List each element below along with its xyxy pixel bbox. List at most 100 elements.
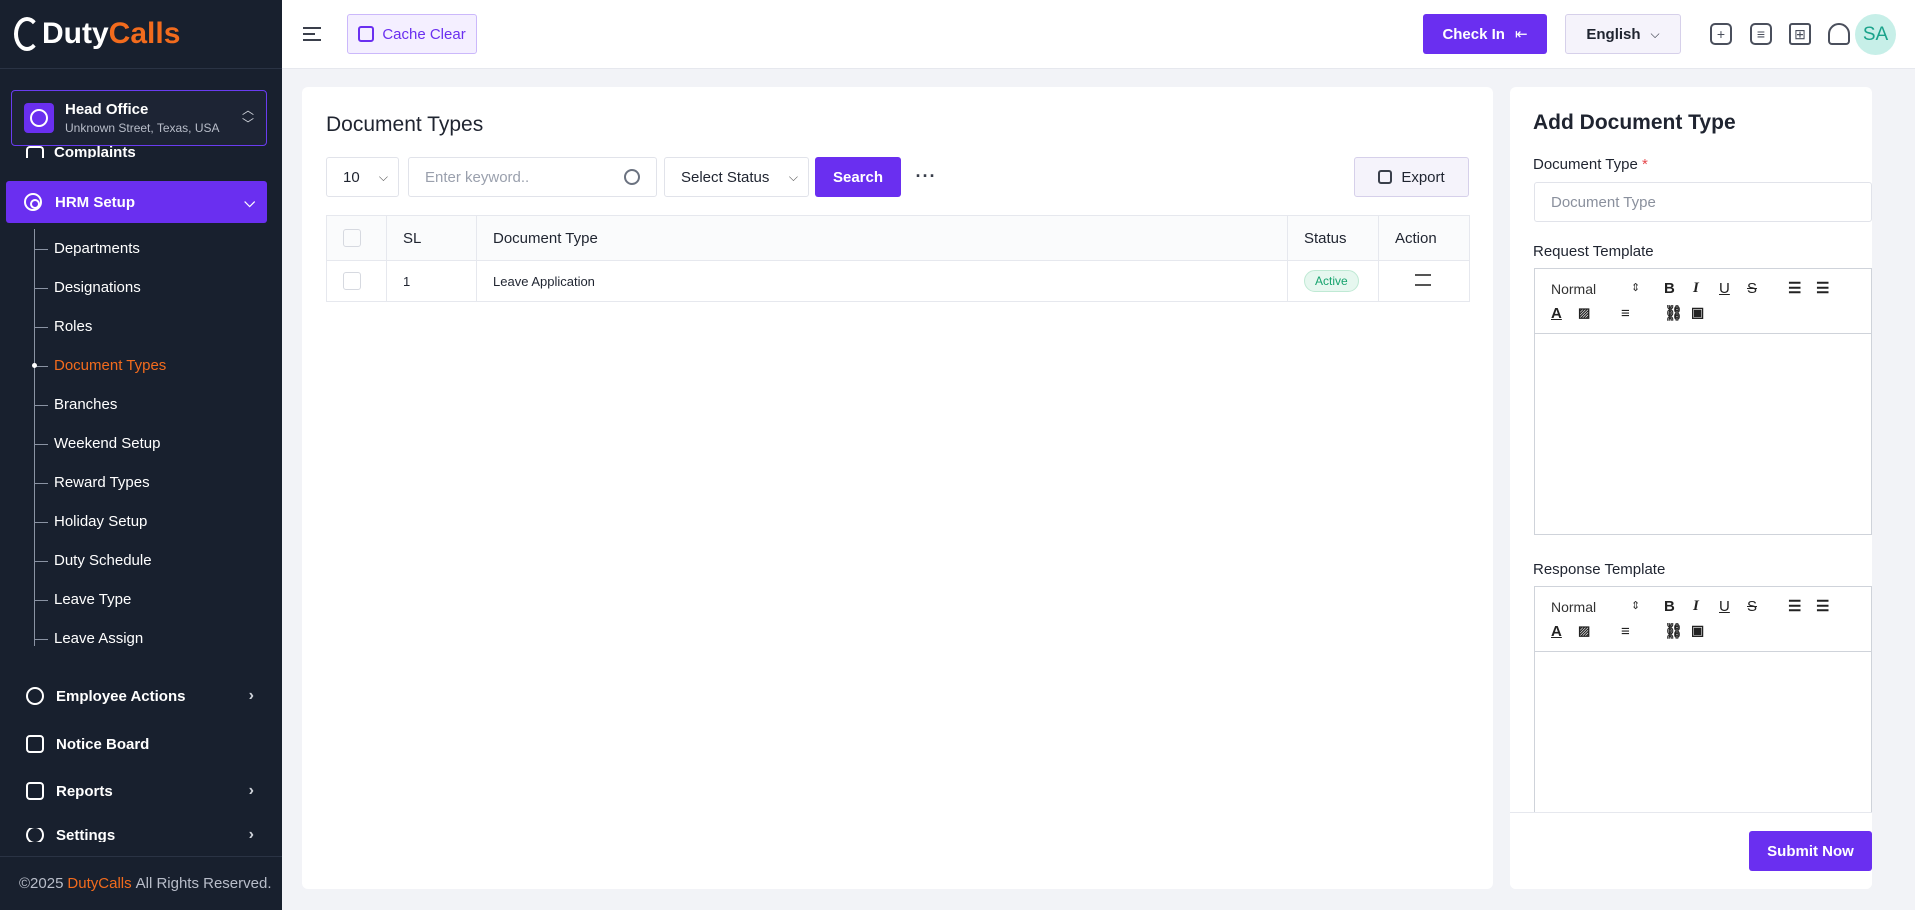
sidebar-footer: ©2025 DutyCalls All Rights Reserved. xyxy=(0,856,282,910)
sidebar-item-employee-actions[interactable]: Employee Actions › xyxy=(26,687,266,705)
request-template-label: Request Template xyxy=(1533,243,1654,260)
format-select[interactable]: Normal ⇕ xyxy=(1551,281,1640,297)
cell-document-type: Leave Application xyxy=(476,260,1288,302)
logo-text-duty: Duty xyxy=(42,17,109,50)
cache-clear-button[interactable]: Cache Clear xyxy=(347,14,477,54)
cache-icon xyxy=(358,26,375,42)
sidebar-item-leave-type[interactable]: Leave Type xyxy=(34,580,264,619)
keyword-search-input[interactable] xyxy=(408,157,657,197)
row-checkbox[interactable] xyxy=(343,272,361,290)
language-select[interactable]: English ⌵ xyxy=(1565,14,1681,54)
menu-toggle-icon[interactable] xyxy=(303,27,321,41)
strikethrough-icon[interactable]: S xyxy=(1747,598,1757,615)
copyright-text: All Rights Reserved. xyxy=(135,875,272,892)
chevron-right-icon: › xyxy=(248,782,254,799)
check-in-label: Check In xyxy=(1442,25,1505,43)
footer-brand-link[interactable]: DutyCalls xyxy=(67,875,131,892)
calendar-icon xyxy=(26,735,44,753)
add-document-type-form: Add Document Type Document Type * Reques… xyxy=(1510,87,1872,889)
sidebar-item-roles[interactable]: Roles xyxy=(34,307,264,346)
align-icon[interactable]: ≡ xyxy=(1621,623,1630,640)
cell-status: Active xyxy=(1287,260,1379,302)
italic-icon[interactable]: I xyxy=(1693,598,1699,615)
chat-icon[interactable]: ≡ xyxy=(1750,23,1772,45)
sidebar-item-label: Employee Actions xyxy=(56,687,186,705)
document-type-input[interactable] xyxy=(1534,182,1872,222)
italic-icon[interactable]: I xyxy=(1693,280,1699,297)
sidebar-item-reports[interactable]: Reports › xyxy=(26,782,266,800)
sidebar-item-holiday-setup[interactable]: Holiday Setup xyxy=(34,502,264,541)
sidebar-item-notice-board[interactable]: Notice Board xyxy=(26,735,266,753)
complaints-icon xyxy=(26,146,44,158)
search-icon xyxy=(624,169,640,185)
sidebar-item-document-types[interactable]: Document Types xyxy=(32,346,264,385)
search-button[interactable]: Search xyxy=(815,157,901,197)
sidebar-item-settings[interactable]: Settings › xyxy=(26,828,266,842)
ordered-list-icon[interactable]: ☰ xyxy=(1788,597,1801,615)
sidebar-item-reward-types[interactable]: Reward Types xyxy=(34,463,264,502)
bullet-list-icon[interactable]: ☰ xyxy=(1816,279,1829,297)
status-select[interactable]: Select Status ⌵ xyxy=(664,157,809,197)
bold-icon[interactable]: B xyxy=(1664,598,1675,615)
sidebar-item-branches[interactable]: Branches xyxy=(34,385,264,424)
language-label: English xyxy=(1586,25,1641,43)
column-header-status[interactable]: Status xyxy=(1287,215,1379,261)
sidebar-item-leave-assign[interactable]: Leave Assign xyxy=(34,619,264,658)
branch-icon xyxy=(24,103,54,133)
settings-sliders-icon[interactable] xyxy=(1415,273,1431,286)
user-icon xyxy=(26,687,44,705)
bullet-list-icon[interactable]: ☰ xyxy=(1816,597,1829,615)
status-select-label: Select Status xyxy=(681,168,770,186)
export-button[interactable]: Export xyxy=(1354,157,1469,197)
submit-button[interactable]: Submit Now xyxy=(1749,831,1872,871)
sort-arrows-icon: ⇕ xyxy=(1631,282,1641,294)
plus-square-icon[interactable]: + xyxy=(1710,23,1732,45)
cell-action xyxy=(1378,260,1470,302)
sidebar-item-duty-schedule[interactable]: Duty Schedule xyxy=(34,541,264,580)
cache-clear-label: Cache Clear xyxy=(382,25,466,43)
link-icon[interactable]: ⛓ xyxy=(1664,304,1683,322)
sidebar-item-departments[interactable]: Departments xyxy=(34,229,264,268)
text-color-icon[interactable]: A xyxy=(1551,623,1562,640)
form-title: Add Document Type xyxy=(1533,111,1736,134)
text-color-icon[interactable]: A xyxy=(1551,305,1562,322)
sidebar-item-weekend-setup[interactable]: Weekend Setup xyxy=(34,424,264,463)
sidebar: Duty Calls Head Office Unknown Street, Te… xyxy=(0,0,282,910)
topbar: Cache Clear Check In ⇤ English ⌵ + ≡ ⊞ S… xyxy=(282,0,1915,69)
branch-switcher[interactable]: Head Office Unknown Street, Texas, USA ︿… xyxy=(11,90,267,146)
select-all-checkbox[interactable] xyxy=(343,229,361,247)
underline-icon[interactable]: U xyxy=(1719,598,1730,615)
cell-sl: 1 xyxy=(386,260,477,302)
apps-grid-icon[interactable]: ⊞ xyxy=(1789,23,1811,45)
sidebar-item-designations[interactable]: Designations xyxy=(34,268,264,307)
background-color-icon[interactable]: ▨ xyxy=(1578,623,1590,639)
sidebar-item-label: Settings xyxy=(56,828,116,842)
check-in-button[interactable]: Check In ⇤ xyxy=(1423,14,1547,54)
request-template-content[interactable] xyxy=(1535,334,1871,534)
column-header-sl[interactable]: SL xyxy=(386,215,477,261)
required-marker: * xyxy=(1641,156,1648,173)
response-template-label: Response Template xyxy=(1533,561,1666,578)
sidebar-group-hrm-setup[interactable]: HRM Setup ⌵ xyxy=(6,181,267,223)
image-icon[interactable]: ▣ xyxy=(1691,304,1704,321)
format-select[interactable]: Normal ⇕ xyxy=(1551,599,1640,615)
more-options-icon[interactable]: ··· xyxy=(914,161,938,191)
column-header-document-type[interactable]: Document Type xyxy=(476,215,1288,261)
page-size-select[interactable]: 10 ⌵ xyxy=(326,157,399,197)
image-icon[interactable]: ▣ xyxy=(1691,622,1704,639)
chevron-down-icon: ⌵ xyxy=(378,169,388,184)
bell-icon[interactable] xyxy=(1828,23,1850,45)
sort-arrows-icon: ⇕ xyxy=(1631,600,1641,612)
underline-icon[interactable]: U xyxy=(1719,280,1730,297)
strikethrough-icon[interactable]: S xyxy=(1747,280,1757,297)
ordered-list-icon[interactable]: ☰ xyxy=(1788,279,1801,297)
logo[interactable]: Duty Calls xyxy=(0,0,282,69)
sidebar-item-complaints[interactable]: Complaints xyxy=(54,144,136,158)
background-color-icon[interactable]: ▨ xyxy=(1578,305,1590,321)
document-types-panel: Document Types 10 ⌵ Select Status ⌵ Sear… xyxy=(302,87,1493,889)
avatar[interactable]: SA xyxy=(1855,14,1896,55)
align-icon[interactable]: ≡ xyxy=(1621,305,1630,322)
link-icon[interactable]: ⛓ xyxy=(1664,622,1683,640)
bold-icon[interactable]: B xyxy=(1664,280,1675,297)
external-link-icon xyxy=(1378,170,1393,184)
